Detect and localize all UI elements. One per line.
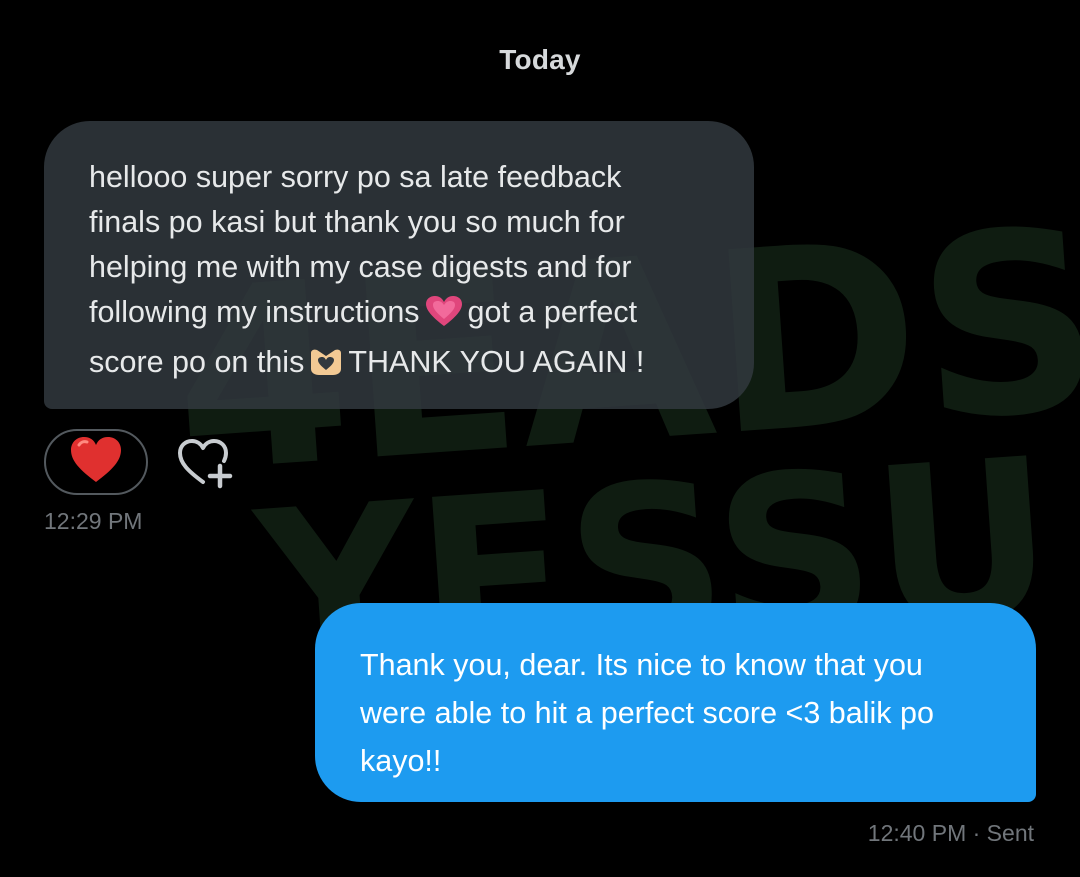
received-message-line-with-emoji: following my instructions got a perfect xyxy=(89,290,714,340)
sent-message-line: Thank you, dear. Its nice to know that y… xyxy=(360,648,923,682)
received-message-bubble[interactable]: hellooo super sorry po sa late feedback … xyxy=(44,121,754,409)
sent-message-bubble[interactable]: Thank you, dear. Its nice to know that y… xyxy=(315,603,1036,802)
received-message-line: finals po kasi but thank you so much for xyxy=(89,205,625,239)
growing-heart-icon xyxy=(424,295,464,340)
received-message-line-with-emoji: score po on this THANK YOU AGAIN ! xyxy=(89,340,714,390)
received-message-line: helping me with my case digests and for xyxy=(89,250,632,284)
received-message-text: got a perfect xyxy=(467,295,638,329)
sent-message-line: kayo!! xyxy=(360,744,442,778)
received-message-text: following my instructions xyxy=(89,295,420,329)
received-message-text: THANK YOU AGAIN ! xyxy=(348,345,645,379)
add-reaction-icon xyxy=(174,436,236,495)
heart-hands-icon xyxy=(308,345,344,390)
sent-message-line: were able to hit a perfect score <3 bali… xyxy=(360,696,934,730)
reaction-pill[interactable] xyxy=(44,429,148,495)
sent-message-status: 12:40 PM · Sent xyxy=(867,820,1034,846)
date-divider: Today xyxy=(499,44,581,75)
received-message-timestamp: 12:29 PM xyxy=(44,508,143,534)
add-reaction-button[interactable] xyxy=(172,437,238,493)
red-heart-icon xyxy=(69,436,123,489)
received-message-text: score po on this xyxy=(89,345,305,379)
received-message-line: hellooo super sorry po sa late feedback xyxy=(89,160,622,194)
